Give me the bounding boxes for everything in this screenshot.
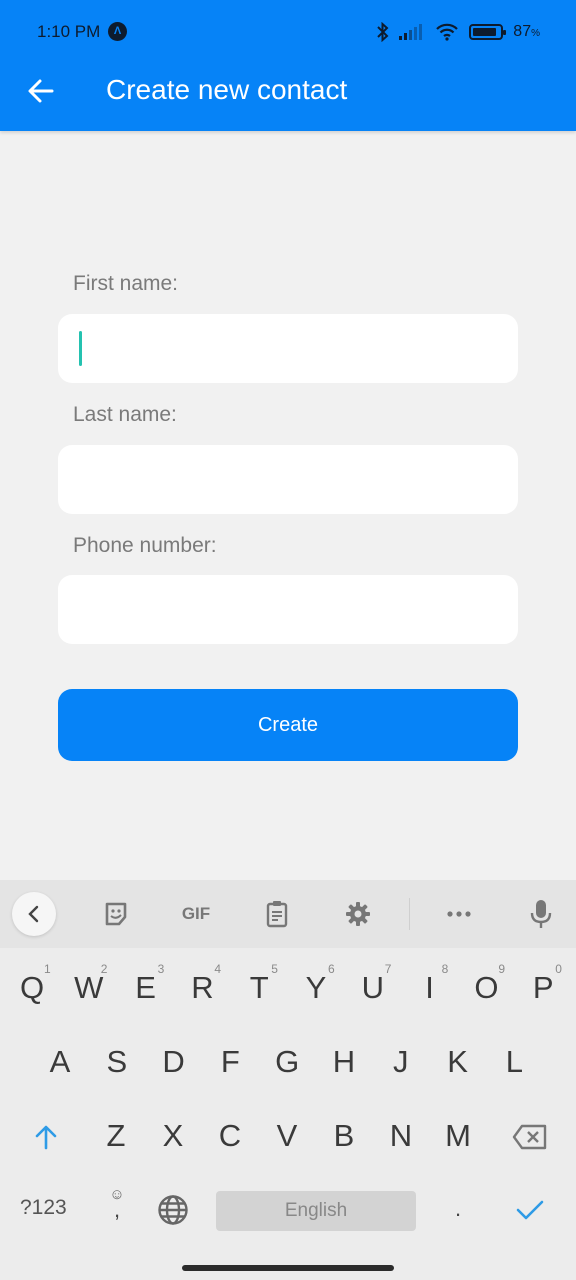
key-hint-2: 2 — [100, 962, 108, 976]
status-bar: 1:10 PM Λ 87% — [0, 20, 576, 44]
key-hint-5: 5 — [271, 962, 278, 976]
key-m[interactable]: M — [438, 1118, 478, 1154]
collapse-toolbar-button[interactable] — [12, 892, 56, 936]
phone-number-label: Phone number: — [73, 534, 217, 557]
key-s[interactable]: S — [97, 1044, 137, 1080]
backspace-icon — [512, 1124, 547, 1150]
toolbar-divider — [409, 898, 410, 930]
clipboard-icon — [266, 901, 288, 928]
key-a[interactable]: A — [40, 1044, 80, 1080]
done-key[interactable] — [508, 1190, 552, 1230]
key-z[interactable]: Z — [96, 1118, 136, 1154]
back-button[interactable] — [24, 74, 58, 108]
key-j[interactable]: J — [381, 1044, 421, 1080]
first-name-label: First name: — [73, 272, 179, 295]
sticker-icon — [105, 902, 127, 926]
mic-icon — [530, 900, 552, 928]
chevron-left-icon — [28, 905, 39, 923]
key-x[interactable]: X — [153, 1118, 193, 1154]
more-icon — [447, 911, 471, 917]
arrow-left-icon — [28, 79, 54, 103]
key-g[interactable]: G — [267, 1044, 307, 1080]
battery-icon — [469, 24, 507, 40]
key-hint-0: 0 — [555, 962, 562, 976]
clipboard-button[interactable] — [255, 894, 299, 934]
signal-icon — [399, 24, 423, 40]
voice-input-button[interactable] — [519, 894, 563, 934]
last-name-input[interactable] — [58, 445, 518, 514]
key-k[interactable]: K — [438, 1044, 478, 1080]
key-hint-3: 3 — [157, 962, 165, 976]
key-c[interactable]: C — [210, 1118, 250, 1154]
key-v[interactable]: V — [267, 1118, 307, 1154]
text-cursor — [79, 331, 82, 366]
emoji-comma-key[interactable]: ☺ , — [104, 1186, 130, 1230]
shift-key[interactable] — [24, 1117, 68, 1157]
language-key[interactable] — [152, 1190, 194, 1230]
period-key[interactable]: . — [448, 1196, 468, 1222]
last-name-label: Last name: — [73, 403, 177, 426]
gear-icon — [346, 902, 370, 926]
sticker-button[interactable] — [94, 894, 138, 934]
key-n[interactable]: N — [381, 1118, 421, 1154]
key-hint-4: 4 — [214, 962, 222, 976]
more-button[interactable] — [437, 894, 481, 934]
gif-button[interactable]: GIF — [174, 894, 218, 934]
key-hint-7: 7 — [384, 962, 392, 976]
battery-percent: 87% — [513, 23, 540, 40]
shift-arrow-icon — [35, 1125, 57, 1150]
create-button[interactable]: Create — [58, 689, 518, 761]
key-d[interactable]: D — [154, 1044, 194, 1080]
key-l[interactable]: L — [494, 1044, 534, 1080]
key-hint-1: 1 — [44, 962, 51, 976]
status-time: 1:10 PM — [37, 22, 101, 41]
key-hint-6: 6 — [328, 962, 335, 976]
phone-number-input[interactable] — [58, 575, 518, 644]
symbols-key[interactable]: ?123 — [20, 1196, 67, 1220]
navigation-app-icon: Λ — [108, 22, 127, 41]
backspace-key[interactable] — [508, 1117, 552, 1157]
key-h[interactable]: H — [324, 1044, 364, 1080]
key-b[interactable]: B — [324, 1118, 364, 1154]
first-name-input[interactable] — [58, 314, 518, 383]
app-bar: 1:10 PM Λ 87% Create new contact — [0, 0, 576, 131]
key-f[interactable]: F — [210, 1044, 250, 1080]
home-indicator[interactable] — [182, 1265, 394, 1271]
key-hint-9: 9 — [498, 962, 506, 976]
page-title: Create new contact — [106, 74, 348, 105]
key-hint-8: 8 — [441, 962, 449, 976]
keyboard-toolbar: GIF — [0, 880, 576, 948]
wifi-icon — [436, 23, 459, 41]
checkmark-icon — [516, 1200, 544, 1220]
bluetooth-icon — [377, 22, 389, 42]
globe-icon — [158, 1195, 188, 1225]
space-bar[interactable]: English — [216, 1191, 416, 1231]
settings-button[interactable] — [336, 894, 380, 934]
